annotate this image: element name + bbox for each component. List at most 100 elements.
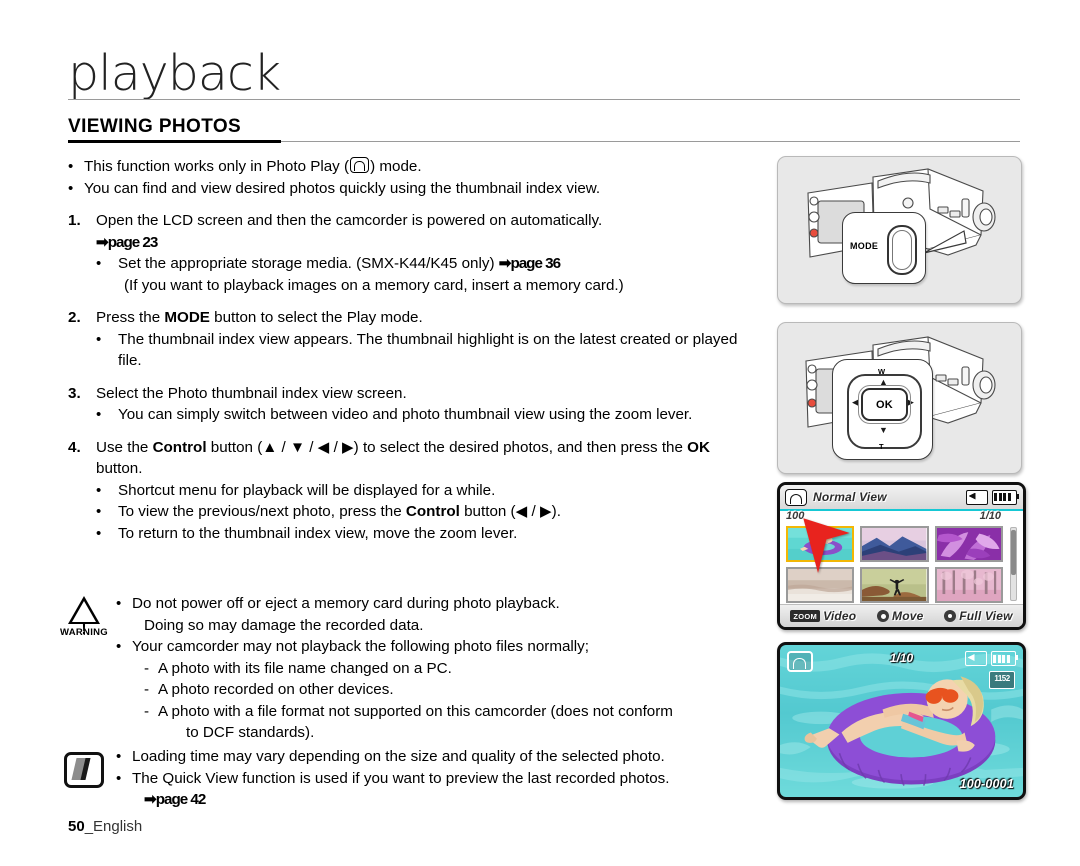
- bullet-marker: •: [116, 769, 122, 787]
- bullet-marker: •: [96, 524, 102, 542]
- zoom-video-label: Video: [823, 609, 857, 623]
- note-item-1-text: Loading time may vary depending on the s…: [132, 748, 665, 765]
- manual-page: playback VIEWING PHOTOS • This function …: [0, 0, 1080, 866]
- illustration-control-button: W ▲ ▼ ◀ ▶ OK T: [777, 322, 1022, 474]
- warning-item-3-text: Your camcorder may not playback the foll…: [132, 638, 589, 655]
- control-pad-callout: W ▲ ▼ ◀ ▶ OK T: [832, 359, 933, 460]
- note-badge: [64, 752, 106, 788]
- note-item-2: • The Quick View function is used if you…: [116, 768, 776, 790]
- bullet-marker: •: [96, 330, 102, 348]
- intro-bullet-2: • You can find and view desired photos q…: [68, 178, 758, 200]
- lcd-thumbnail-index-view: Normal View 100 1/10 ZOOM Video Move Ful…: [777, 482, 1026, 630]
- step-4-sub-2: • To view the previous/next photo, press…: [68, 501, 758, 523]
- step-4-sub-1-text: Shortcut menu for playback will be displ…: [118, 481, 496, 499]
- page-number: 50: [68, 818, 85, 835]
- warning-dash-1: - A photo with its file name changed on …: [144, 658, 776, 680]
- bullet-marker: •: [96, 481, 102, 499]
- step-1-sub-2-text: (If you want to playback images on a mem…: [124, 276, 624, 294]
- memory-card-icon: [964, 651, 987, 666]
- full-view-overlays: 1/10 1152 100-0001: [780, 645, 1023, 797]
- thumbnail-item-mountains[interactable]: [860, 526, 929, 562]
- step-2-text: Press the MODE button to select the Play…: [96, 309, 423, 326]
- note-page-ref[interactable]: ➡page 42: [144, 789, 776, 811]
- control-button-label: Control: [152, 438, 207, 456]
- control-down-arrow-icon[interactable]: ▼: [879, 426, 888, 435]
- lcd-thumbnail-body: 100 1/10: [780, 510, 1023, 605]
- page-title: playback: [68, 45, 281, 102]
- mode-button-callout: MODE: [842, 212, 926, 284]
- exclamation-mark: !: [81, 621, 87, 638]
- thumbnail-item-purple-leaves[interactable]: [934, 526, 1003, 562]
- step-3-sub-1-text: You can simply switch between video and …: [118, 406, 693, 423]
- lcd-bottom-bar: ZOOM Video Move Full View: [780, 604, 1023, 627]
- dash-marker: -: [144, 681, 150, 698]
- chapter-divider: [68, 99, 1020, 100]
- warning-dash-3-text: A photo with a file format not supported…: [158, 702, 673, 720]
- note-pencil-icon: [64, 752, 104, 788]
- lcd-top-bar: Normal View: [780, 485, 1023, 511]
- thumbnail-item-person-on-rock[interactable]: [860, 567, 929, 603]
- step-4-sub-3: • To return to the thumbnail index view,…: [68, 523, 758, 545]
- note-item-2-text: The Quick View function is used if you w…: [132, 769, 670, 787]
- warning-dash-3-cont: to DCF standards).: [186, 724, 315, 741]
- mode-callout-label: MODE: [850, 241, 879, 251]
- step-3-sub-1: • You can simply switch between video an…: [68, 404, 758, 426]
- mode-button-label: MODE: [164, 309, 210, 326]
- warning-dash-2: - A photo recorded on other devices.: [144, 679, 776, 701]
- section-divider-thick: [68, 140, 281, 143]
- intro-bullet-1: • This function works only in Photo Play…: [68, 156, 758, 178]
- intro-bullet-1-text: This function works only in Photo Play (…: [84, 157, 422, 175]
- step-number: 1.: [68, 212, 81, 229]
- page-indicator: 1/10: [979, 510, 1001, 522]
- battery-icon: [991, 489, 1019, 505]
- bottom-zoom-video[interactable]: ZOOM Video: [790, 609, 856, 623]
- bullet-marker: •: [96, 503, 102, 520]
- step-1-sub-1: • Set the appropriate storage media. (SM…: [68, 253, 758, 275]
- step-4: 4. Use the Control button (▲ / ▼ / ◀ / ▶…: [68, 437, 758, 480]
- bullet-marker: •: [68, 158, 74, 175]
- thumbnail-scrollbar[interactable]: [1010, 527, 1017, 601]
- step-1-text: Open the LCD screen and then the camcord…: [96, 212, 603, 229]
- warning-badge: ! WARNING: [56, 596, 112, 638]
- step-1-sub-1-text: Set the appropriate storage media. (SMX-…: [118, 255, 561, 272]
- ok-button-graphic[interactable]: OK: [858, 385, 911, 424]
- battery-icon: [990, 651, 1018, 666]
- dash-marker: -: [144, 702, 150, 720]
- step-2-sub-1-text: The thumbnail index view appears. The th…: [118, 330, 738, 370]
- step-4-text: Use the Control button (▲ / ▼ / ◀ / ▶) t…: [96, 438, 710, 478]
- bullet-marker: •: [116, 638, 122, 655]
- section-heading: VIEWING PHOTOS: [68, 116, 242, 137]
- bullet-marker: •: [96, 255, 102, 272]
- move-label: Move: [892, 609, 924, 623]
- warning-content: • Do not power off or eject a memory car…: [116, 593, 776, 744]
- bottom-move[interactable]: Move: [877, 609, 923, 623]
- step-number: 4.: [68, 438, 81, 456]
- lcd-status-icons: [965, 489, 1019, 505]
- step-3: 3. Select the Photo thumbnail index view…: [68, 383, 758, 405]
- step-1-page-ref[interactable]: ➡page 23: [96, 232, 758, 254]
- page-ref[interactable]: ➡page 36: [499, 255, 561, 272]
- bullet-marker: •: [116, 748, 122, 765]
- memory-card-icon: [965, 489, 988, 505]
- dash-marker: -: [144, 659, 150, 677]
- step-4-sub-2-text: To view the previous/next photo, press t…: [118, 503, 561, 520]
- resolution-badge: 1152: [989, 671, 1015, 689]
- intro-bullet-2-text: You can find and view desired photos qui…: [84, 179, 601, 197]
- warning-dash-3: - A photo with a file format not support…: [144, 701, 776, 723]
- illustration-mode-button: MODE: [777, 156, 1022, 304]
- step-4-sub-3-text: To return to the thumbnail index view, m…: [118, 524, 518, 542]
- lcd-view-title: Normal View: [813, 490, 887, 504]
- page-footer: 50_English: [68, 818, 142, 835]
- mode-button-graphic[interactable]: [887, 225, 917, 275]
- thumbnail-item-pink-forest[interactable]: [934, 567, 1003, 603]
- step-number: 2.: [68, 309, 81, 326]
- step-number: 3.: [68, 384, 81, 402]
- bullet-marker: •: [68, 179, 74, 197]
- ok-button-label: OK: [687, 438, 710, 456]
- step-2: 2. Press the MODE button to select the P…: [68, 307, 758, 329]
- zoom-chip-icon: ZOOM: [790, 610, 821, 622]
- warning-triangle-icon: !: [68, 596, 100, 637]
- bottom-full-view[interactable]: Full View: [944, 609, 1012, 623]
- note-content: • Loading time may vary depending on the…: [116, 746, 776, 811]
- photo-play-mode-icon: [785, 488, 807, 506]
